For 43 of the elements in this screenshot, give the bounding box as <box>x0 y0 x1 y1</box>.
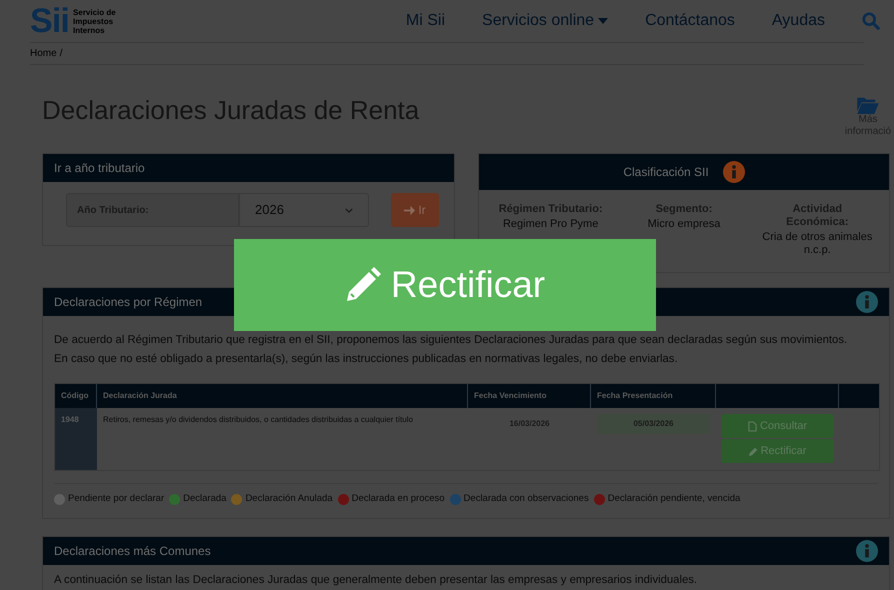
panel-title: Clasificación SII <box>623 164 709 181</box>
panel-title: Declaraciones más Comunes <box>54 543 212 560</box>
nav-link[interactable]: Servicios online <box>482 9 608 33</box>
logo-subtitle: Servicio de Impuestos Internos <box>73 8 116 34</box>
legend-label: Declarada con observaciones <box>464 492 589 506</box>
year-select[interactable]: 2026 <box>239 193 369 227</box>
legend-label: Declarada <box>183 492 226 506</box>
field-value: Micro empresa <box>646 218 722 231</box>
paragraph: A continuación se listan las Declaraciones Juradas que generalmente deben presentar las empresas y empresarios individuales. <box>53 573 698 587</box>
nav-link[interactable]: Ayudas <box>772 9 825 33</box>
folder-icon <box>857 96 879 114</box>
pencil-icon <box>748 446 758 456</box>
breadcrumb-link[interactable]: Home <box>30 46 57 61</box>
legend-label: Declaración Anulada <box>245 492 333 506</box>
column-header: Fecha Presentación <box>591 384 716 408</box>
arrow-right-icon <box>404 204 416 216</box>
info-icon <box>856 291 878 313</box>
search-icon <box>862 12 880 30</box>
column-header: Declaración Jurada <box>97 384 468 408</box>
paragraph: En caso que no esté obligado a presentarla(s), según las instrucciones publicadas en normativas legales, no debe enviarlas. <box>54 352 679 366</box>
breadcrumb-separator: / <box>60 47 62 61</box>
nav-link[interactable]: Mi Sii <box>406 9 446 33</box>
column-header: Fecha Vencimiento <box>468 384 591 408</box>
table-cell-text: Retiros, remesas y/o dividendos distribuidos, o cantidades distribuidas a cualquier título <box>102 414 414 426</box>
table-cell: 1948 <box>55 408 97 470</box>
legend-label: Declarada en proceso <box>352 492 445 506</box>
panel-header: Ir a año tributario <box>43 154 454 182</box>
info-icon <box>722 161 745 183</box>
field-value: Cria de otros animales n.c.p. <box>761 231 874 257</box>
legend-label: Pendiente por declarar <box>68 492 164 506</box>
logo-text: Sii <box>30 4 70 38</box>
go-button[interactable]: Ir <box>391 193 439 227</box>
field-value: Regimen Pro Pyme <box>502 218 600 231</box>
pencil-icon <box>344 267 381 303</box>
panel-title: Declaraciones por Régimen <box>54 294 204 311</box>
chevron-down-icon <box>345 208 353 212</box>
info-icon <box>856 540 878 562</box>
file-icon <box>748 420 757 432</box>
nav-link[interactable]: Contáctanos <box>645 9 735 33</box>
paragraph: De acuerdo al Régimen Tributario que registra en el SII, proponemos las siguientes Declaraciones Juradas para que sean declaradas según sus movimientos. <box>54 333 848 347</box>
search-button[interactable] <box>862 12 880 30</box>
legend-label: Declaración pendiente, vencida <box>608 492 740 506</box>
rectify-button[interactable]: Rectificar <box>234 239 656 331</box>
